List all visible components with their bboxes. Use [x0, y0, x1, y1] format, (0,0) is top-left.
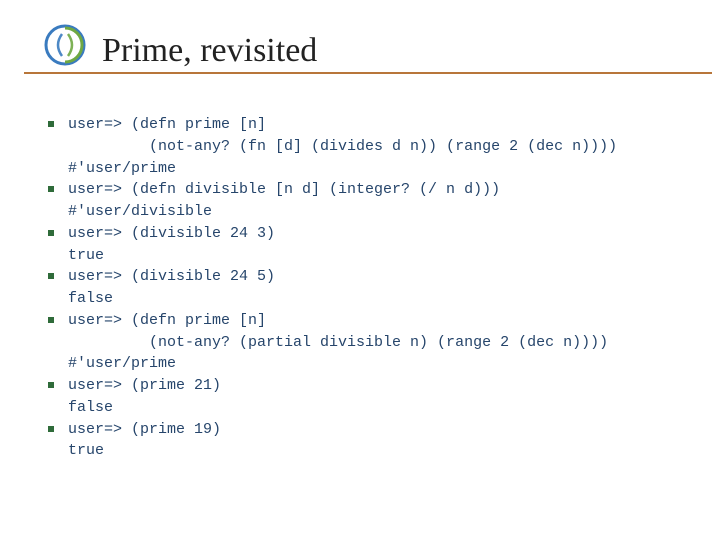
clojure-logo-icon: [44, 24, 86, 66]
code-text: user=> (divisible 24 3) true: [68, 225, 275, 264]
code-item: user=> (defn prime [n] (not-any? (partia…: [40, 310, 696, 375]
code-text: user=> (defn prime [n] (not-any? (fn [d]…: [68, 116, 617, 177]
code-item: user=> (divisible 24 3) true: [40, 223, 696, 267]
code-text: user=> (prime 21) false: [68, 377, 221, 416]
code-item: user=> (prime 19) true: [40, 419, 696, 463]
bullet-icon: [48, 382, 54, 388]
bullet-icon: [48, 273, 54, 279]
code-list: user=> (defn prime [n] (not-any? (fn [d]…: [40, 114, 696, 462]
slide-body: user=> (defn prime [n] (not-any? (fn [d]…: [0, 74, 720, 462]
code-item: user=> (defn prime [n] (not-any? (fn [d]…: [40, 114, 696, 179]
code-text: user=> (prime 19) true: [68, 421, 221, 460]
bullet-icon: [48, 317, 54, 323]
code-text: user=> (divisible 24 5) false: [68, 268, 275, 307]
slide-header: Prime, revisited: [24, 0, 712, 74]
code-item: user=> (divisible 24 5) false: [40, 266, 696, 310]
slide: Prime, revisited user=> (defn prime [n] …: [0, 0, 720, 540]
bullet-icon: [48, 186, 54, 192]
slide-title: Prime, revisited: [102, 32, 317, 70]
code-item: user=> (defn divisible [n d] (integer? (…: [40, 179, 696, 223]
bullet-icon: [48, 121, 54, 127]
bullet-icon: [48, 230, 54, 236]
code-text: user=> (defn divisible [n d] (integer? (…: [68, 181, 500, 220]
code-item: user=> (prime 21) false: [40, 375, 696, 419]
bullet-icon: [48, 426, 54, 432]
code-text: user=> (defn prime [n] (not-any? (partia…: [68, 312, 608, 373]
